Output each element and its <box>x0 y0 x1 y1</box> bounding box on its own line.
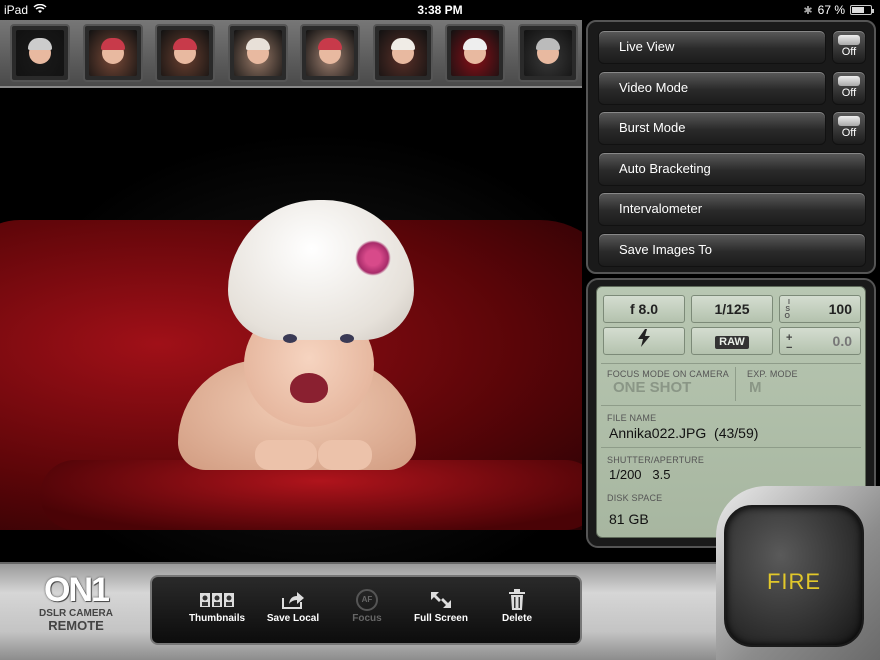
shutter-cell[interactable]: 1/125 <box>691 295 773 323</box>
battery-percent: 67 % <box>817 3 845 17</box>
thumbnail-hat <box>28 37 52 50</box>
file-name-value: Annika022.JPG (43/59) <box>609 425 759 441</box>
lcd-divider-vertical <box>735 367 736 401</box>
toggle-knob <box>838 76 860 86</box>
quality-badge: RAW <box>715 335 749 349</box>
flash-icon <box>637 329 651 355</box>
live-view-toggle[interactable]: Off <box>832 30 866 64</box>
camera-settings-panel: Live View Off Video Mode Off Burst Mode … <box>586 20 876 274</box>
burst-mode-button[interactable]: Burst Mode <box>598 111 826 145</box>
focus-button[interactable]: AF Focus <box>332 587 402 624</box>
photo-toolbar: Thumbnails Save Local AF Focus Full Scre… <box>150 575 582 645</box>
status-bar: iPad 3:38 PM ✱ 67 % <box>0 0 880 20</box>
video-mode-toggle[interactable]: Off <box>832 71 866 105</box>
share-icon <box>258 587 328 613</box>
delete-button[interactable]: Delete <box>482 587 552 624</box>
thumbnail-item[interactable] <box>445 24 505 82</box>
bluetooth-icon: ✱ <box>803 4 813 17</box>
lcd-divider <box>601 447 861 448</box>
thumbnail-item[interactable] <box>155 24 215 82</box>
af-focus-icon: AF <box>356 589 378 611</box>
intervalometer-button[interactable]: Intervalometer <box>598 192 866 226</box>
thumbnail-item[interactable] <box>10 24 70 82</box>
thumbnail-hat <box>100 37 125 50</box>
thumbnail-hat <box>463 37 487 50</box>
photo-mouth <box>290 373 328 403</box>
toggle-knob <box>838 35 860 45</box>
toggle-knob <box>838 116 860 126</box>
thumbnail-item[interactable] <box>372 24 433 82</box>
photo-hat-flower <box>355 240 391 276</box>
burst-mode-toggle[interactable]: Off <box>832 111 866 145</box>
fire-button[interactable]: FIRE <box>724 505 864 647</box>
disk-space-label: DISK SPACE <box>607 493 663 503</box>
photo-eye-right <box>340 334 354 343</box>
photo-eye-left <box>283 334 297 343</box>
thumbnails-button[interactable]: Thumbnails <box>182 587 252 624</box>
thumbnails-icon <box>182 587 252 613</box>
save-local-label: Save Local <box>266 613 320 624</box>
thumbnail-item[interactable] <box>517 24 578 82</box>
toggle-label: Off <box>841 46 857 58</box>
exp-comp-minus: − <box>786 342 793 354</box>
shutter-aperture-value: 1/200 3.5 <box>609 467 671 482</box>
thumbnail-strip <box>0 20 582 88</box>
logo-mark: ON1 <box>44 571 110 609</box>
focus-label: Focus <box>352 613 382 624</box>
full-screen-label: Full Screen <box>414 613 468 624</box>
logo-line2: REMOTE <box>48 618 104 633</box>
expand-icon <box>406 587 476 613</box>
clock: 3:38 PM <box>417 3 463 17</box>
flash-cell[interactable] <box>603 327 685 355</box>
exp-mode-label: EXP. MODE <box>747 369 798 379</box>
toggle-label: Off <box>841 127 857 139</box>
thumbnail-hat <box>535 37 560 50</box>
exp-comp-value: 0.0 <box>832 333 852 349</box>
app-logo: ON1 DSLR CAMERA REMOTE <box>26 572 126 652</box>
focus-mode-label: FOCUS MODE ON CAMERA <box>607 369 730 379</box>
iso-value: 100 <box>828 301 852 317</box>
trash-icon <box>482 587 552 613</box>
thumbnail-item[interactable] <box>300 24 360 82</box>
quality-cell[interactable]: RAW <box>691 327 773 355</box>
iso-cell[interactable]: I S O 100 <box>779 295 861 323</box>
focus-mode-value: ONE SHOT <box>613 379 692 396</box>
iso-label: I S O <box>784 299 790 320</box>
save-local-button[interactable]: Save Local <box>258 587 328 624</box>
disk-space-value: 81 GB <box>609 511 649 527</box>
thumbnail-hat <box>318 37 342 50</box>
full-screen-button[interactable]: Full Screen <box>406 587 476 624</box>
aperture-cell[interactable]: f 8.0 <box>603 295 685 323</box>
thumbnail-hat <box>173 37 197 50</box>
shutter-aperture-label: SHUTTER/APERTURE <box>607 455 705 465</box>
delete-label: Delete <box>501 613 532 624</box>
live-view-button[interactable]: Live View <box>598 30 826 64</box>
exposure-comp-cell[interactable]: + − 0.0 <box>779 327 861 355</box>
photo-hand-right <box>318 440 372 470</box>
thumbnail-hat <box>390 37 415 50</box>
lcd-divider <box>601 405 861 406</box>
battery-icon <box>850 5 874 15</box>
thumbnail-hat <box>245 37 270 50</box>
video-mode-button[interactable]: Video Mode <box>598 71 826 105</box>
thumbnails-label: Thumbnails <box>188 613 246 624</box>
thumbnail-item[interactable] <box>82 24 143 82</box>
lcd-divider <box>601 363 861 364</box>
save-images-to-button[interactable]: Save Images To <box>598 233 866 267</box>
toggle-label: Off <box>841 87 857 99</box>
photo-hand-left <box>255 440 317 470</box>
main-photo[interactable] <box>0 90 582 562</box>
auto-bracketing-button[interactable]: Auto Bracketing <box>598 152 866 186</box>
file-name-label: FILE NAME <box>607 413 657 423</box>
thumbnail-item[interactable] <box>227 24 288 82</box>
exp-mode-value: M <box>749 379 762 396</box>
photo-cushion <box>40 460 582 530</box>
